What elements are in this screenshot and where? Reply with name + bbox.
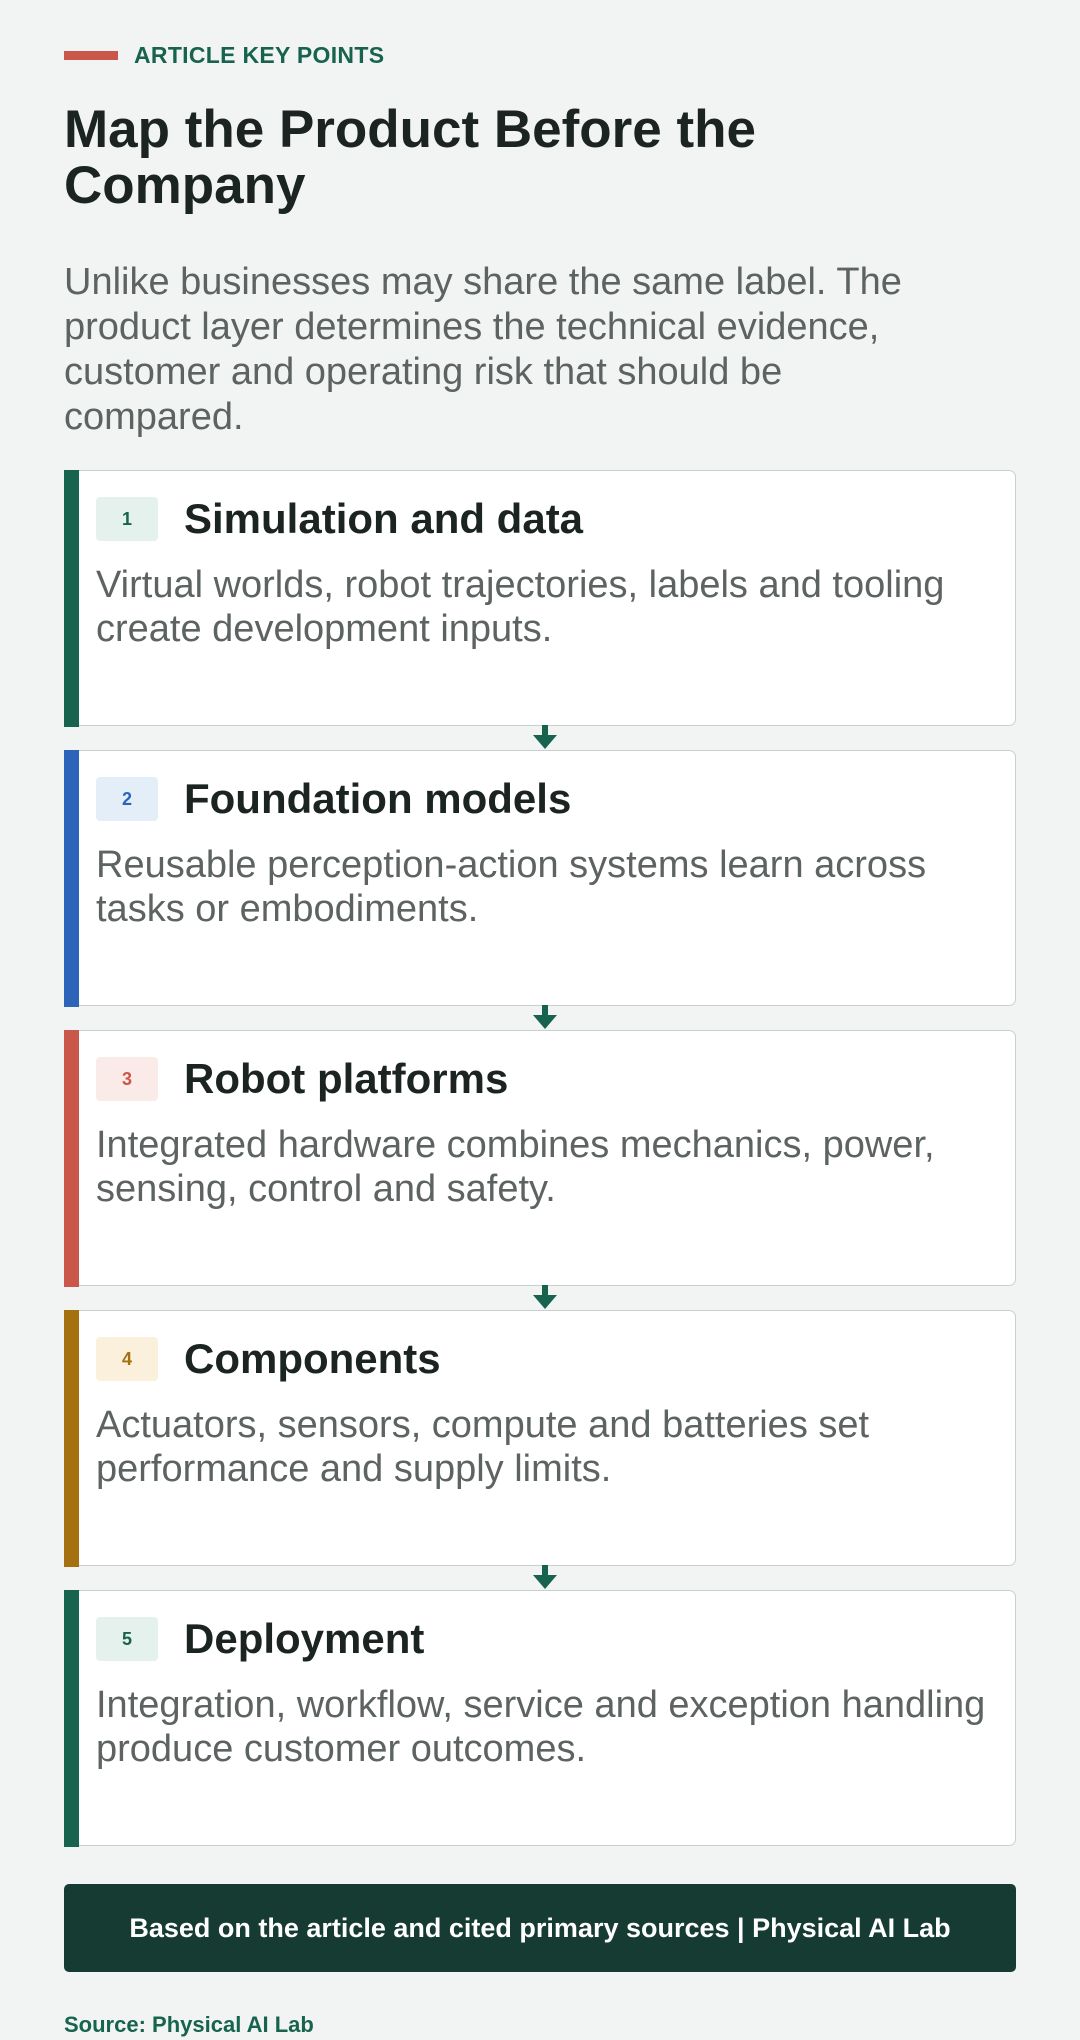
layer-number-badge: 2 — [96, 777, 158, 821]
page-title: Map the Product Before the Company — [64, 100, 757, 215]
down-arrow-icon — [533, 1565, 557, 1589]
layer-accent-bar — [64, 1029, 79, 1287]
layer-accent-bar — [64, 469, 79, 727]
source-credit: Source: Physical AI Lab — [64, 2012, 314, 2037]
layer-description: Actuators, sensors, compute and batterie… — [96, 1404, 870, 1490]
layer-card-foundation-models: 2 Foundation models Reusable perception-… — [64, 749, 1016, 1029]
layer-accent-bar — [64, 1309, 79, 1567]
down-arrow-icon — [533, 1005, 557, 1029]
layer-card-components: 4 Components Actuators, sensors, compute… — [64, 1309, 1016, 1589]
eyebrow-label: ARTICLE KEY POINTS — [134, 41, 385, 68]
layer-title: Simulation and data — [184, 495, 584, 542]
layer-number-badge: 4 — [96, 1337, 158, 1381]
layer-title: Foundation models — [184, 775, 572, 822]
layer-stack: 1 Simulation and data Virtual worlds, ro… — [64, 469, 1016, 1847]
layer-title: Components — [184, 1335, 441, 1382]
layer-card-deployment: 5 Deployment Integration, workflow, serv… — [64, 1589, 1016, 1847]
layer-description: Integration, workflow, service and excep… — [96, 1684, 986, 1770]
layer-description: Reusable perception-action systems learn… — [96, 844, 927, 930]
layer-accent-bar — [64, 1589, 79, 1847]
footer-banner: Based on the article and cited primary s… — [64, 1884, 1016, 1972]
page-subtitle: Unlike businesses may share the same lab… — [64, 261, 902, 438]
down-arrow-icon — [533, 725, 557, 749]
layer-card-robot-platforms: 3 Robot platforms Integrated hardware co… — [64, 1029, 1016, 1309]
layer-title: Robot platforms — [184, 1055, 509, 1102]
layer-description: Integrated hardware combines mechanics, … — [96, 1124, 935, 1210]
layer-number-badge: 3 — [96, 1057, 158, 1101]
eyebrow-accent-bar — [64, 50, 118, 60]
layer-title: Deployment — [184, 1615, 425, 1662]
footer-text: Based on the article and cited primary s… — [129, 1912, 951, 1943]
down-arrow-icon — [533, 1285, 557, 1309]
eyebrow: ARTICLE KEY POINTS — [64, 40, 384, 70]
layer-number-badge: 5 — [96, 1617, 158, 1661]
layer-number-badge: 1 — [96, 497, 158, 541]
layer-description: Virtual worlds, robot trajectories, labe… — [96, 564, 945, 650]
layer-card-simulation-and-data: 1 Simulation and data Virtual worlds, ro… — [64, 469, 1016, 749]
layer-accent-bar — [64, 749, 79, 1007]
